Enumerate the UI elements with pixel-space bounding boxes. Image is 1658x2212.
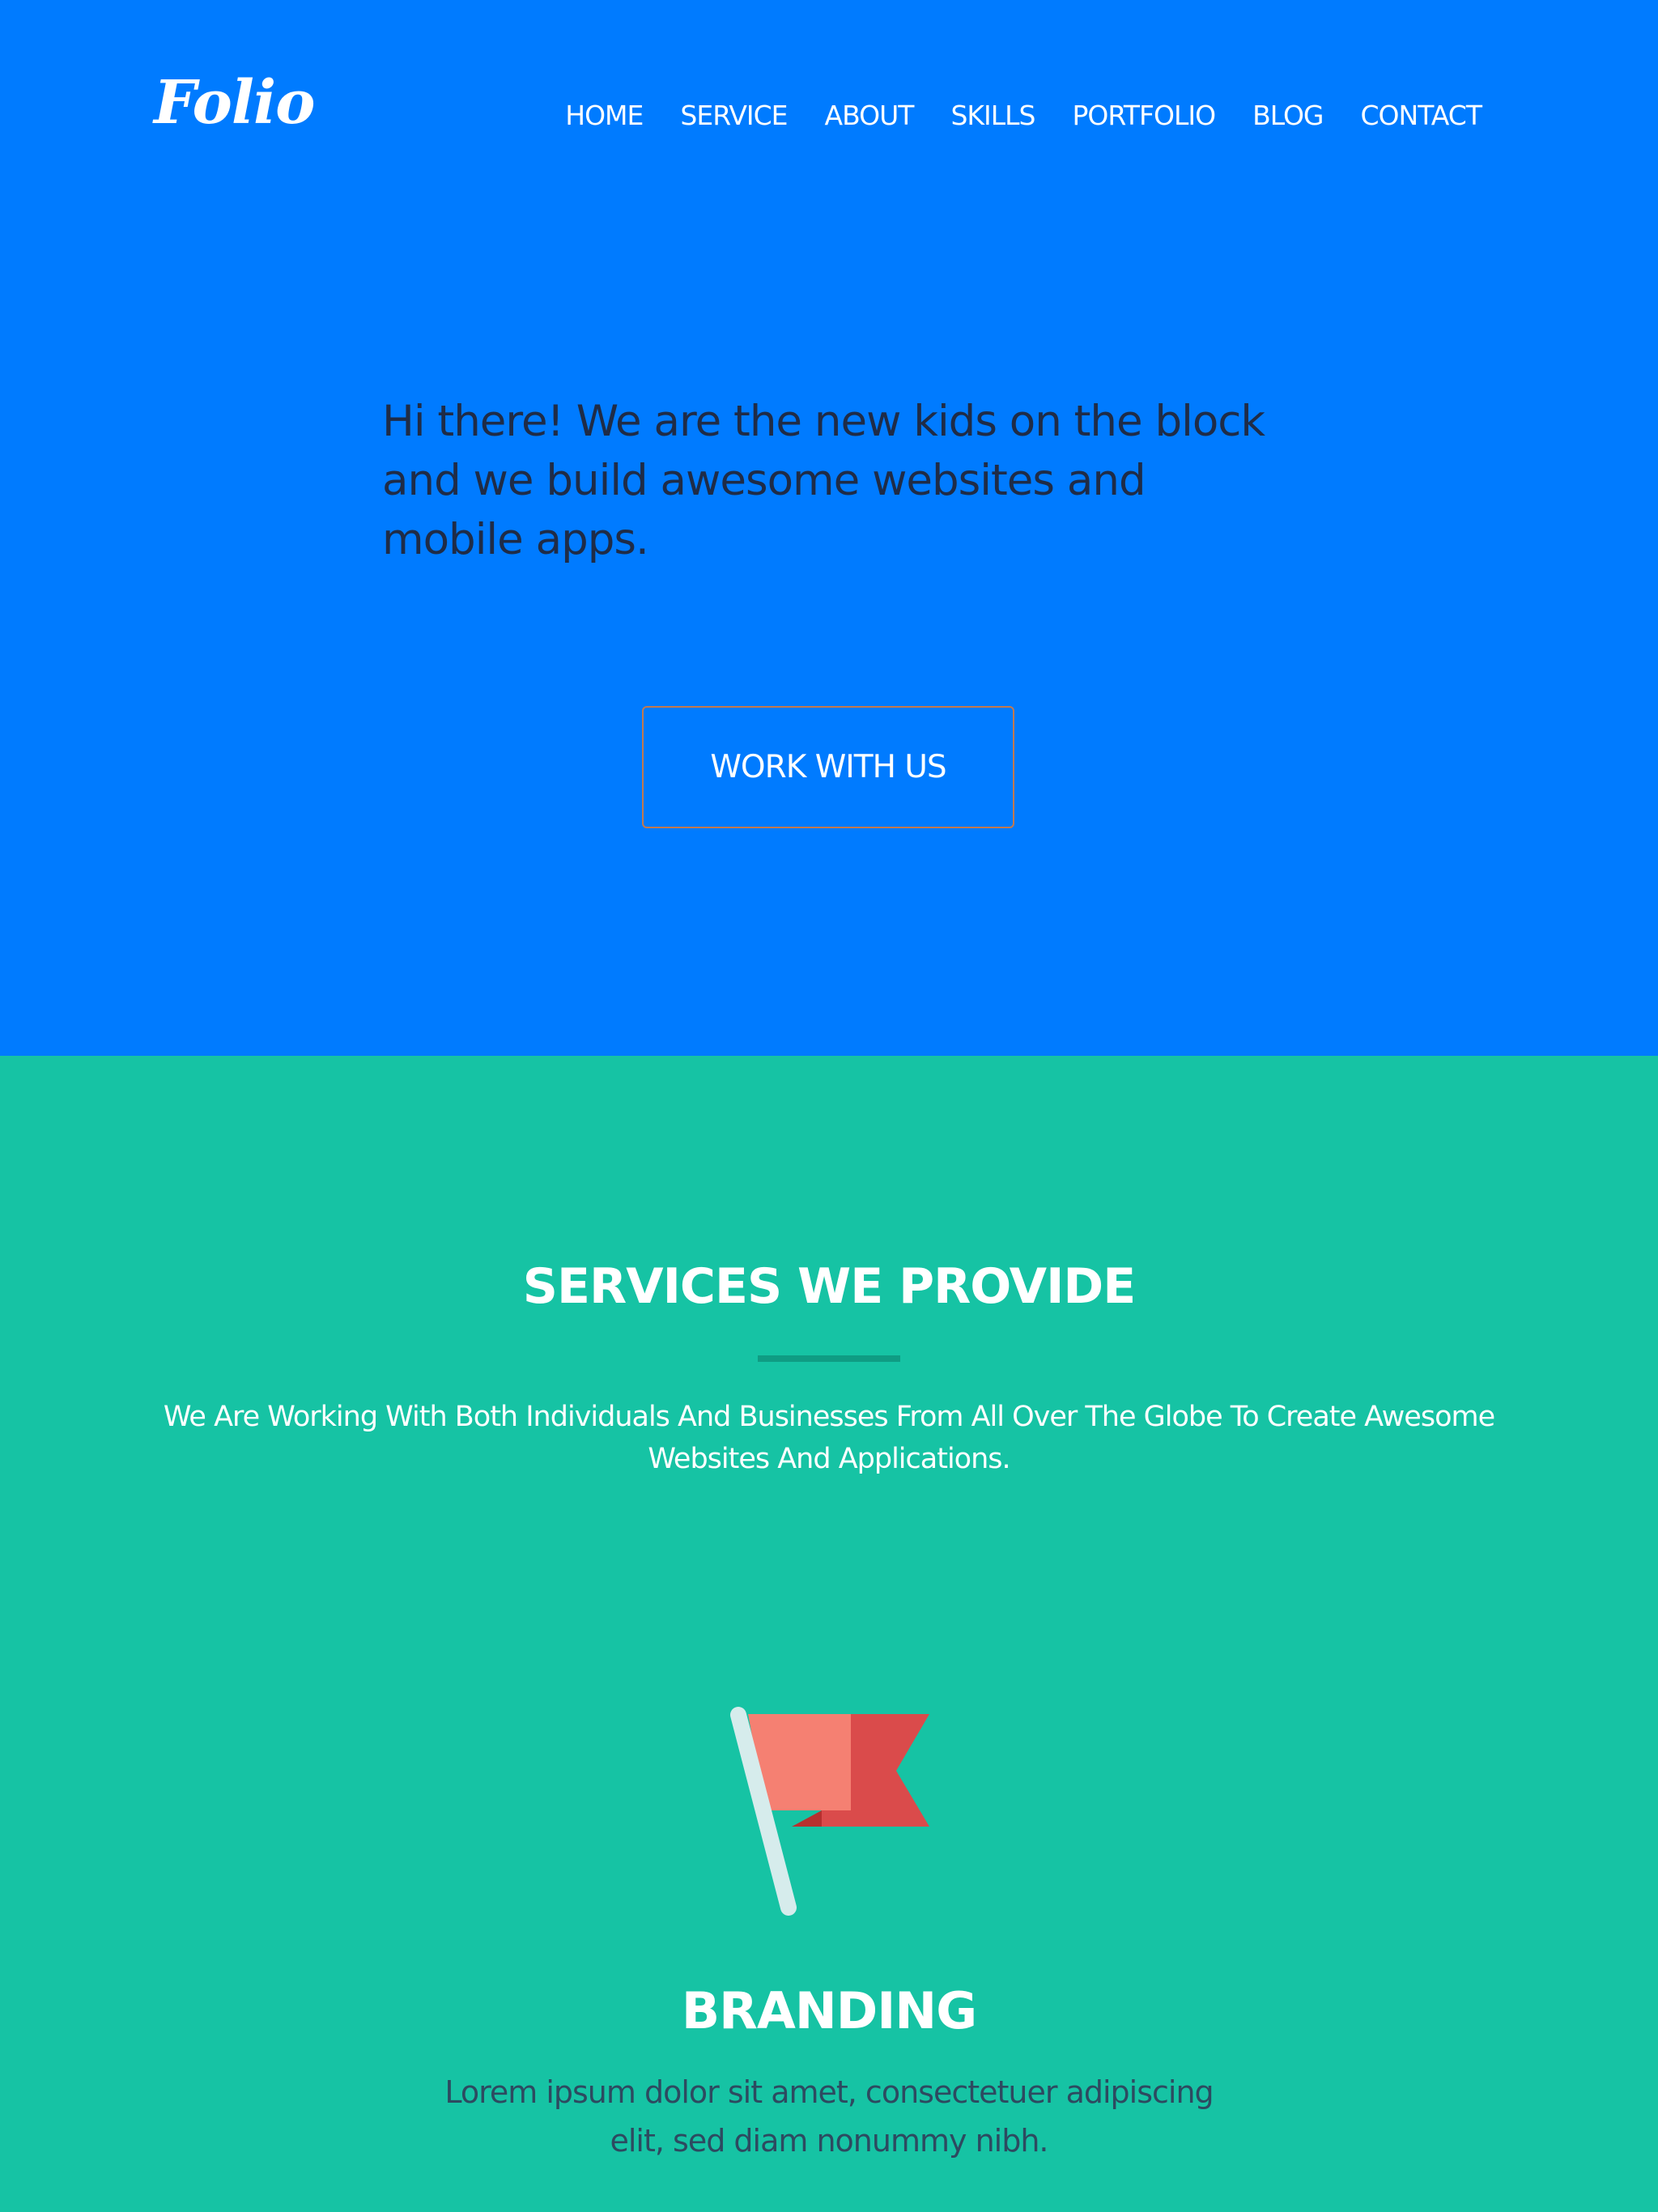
work-with-us-button[interactable]: WORK WITH US — [642, 706, 1014, 828]
nav-link-service[interactable]: SERVICE — [680, 100, 788, 131]
nav-item-portfolio: PORTFOLIO — [1072, 96, 1216, 136]
logo[interactable]: Folio — [154, 66, 315, 139]
services-subtitle: We Are Working With Both Individuals And… — [163, 1401, 1495, 1475]
hero-intro-text: Hi there! We are the new kids on the blo… — [382, 397, 1265, 564]
service-description: Lorem ipsum dolor sit amet, consectetuer… — [444, 2074, 1214, 2159]
flag-icon — [730, 1707, 929, 1916]
nav-list: HOME SERVICE ABOUT SKILLS PORTFOLIO BLOG… — [565, 96, 1482, 136]
services-section: SERVICES WE PROVIDE We Are Working With … — [0, 1056, 1658, 2212]
nav-link-portfolio[interactable]: PORTFOLIO — [1072, 100, 1216, 131]
nav-link-contact[interactable]: CONTACT — [1361, 100, 1482, 131]
nav-item-blog: BLOG — [1252, 96, 1324, 136]
nav-item-about: ABOUT — [825, 96, 915, 136]
nav-link-skills[interactable]: SKILLS — [950, 100, 1035, 131]
nav-item-contact: CONTACT — [1361, 96, 1482, 136]
nav-link-about[interactable]: ABOUT — [825, 100, 915, 131]
nav-item-skills: SKILLS — [950, 96, 1035, 136]
nav-item-home: HOME — [565, 96, 644, 136]
nav-item-service: SERVICE — [680, 96, 788, 136]
nav-link-blog[interactable]: BLOG — [1252, 100, 1324, 131]
nav-link-home[interactable]: HOME — [565, 100, 644, 131]
hero-section: Folio HOME SERVICE ABOUT SKILLS PORTFOLI… — [0, 0, 1658, 1056]
title-divider — [758, 1355, 900, 1362]
services-title: SERVICES WE PROVIDE — [522, 1258, 1136, 1315]
service-title: BRANDING — [681, 1981, 977, 2040]
